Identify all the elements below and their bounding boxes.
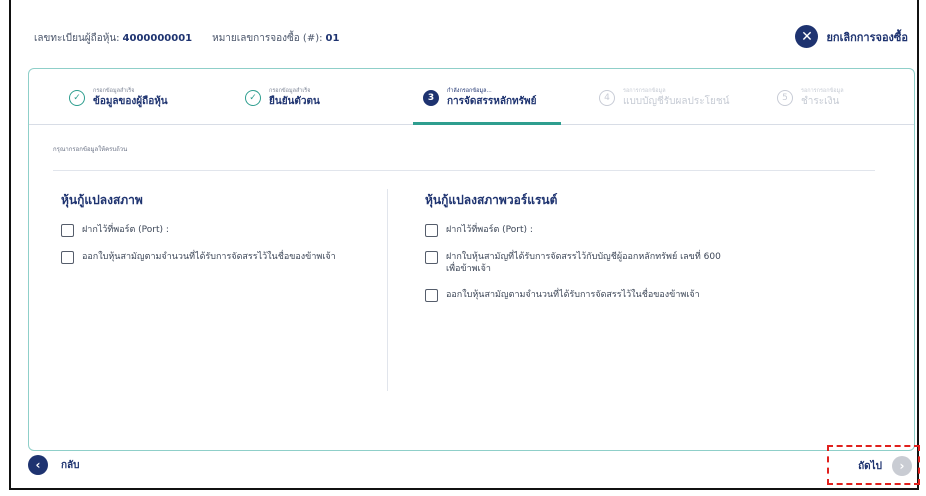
form-hint: กรุณากรอกข้อมูลให้ครบถ้วน xyxy=(53,146,128,153)
cancel-booking-label: ยกเลิกการจองซื้อ xyxy=(826,30,908,44)
option-row[interactable]: ฝากไว้ที่พอร์ต (Port) : xyxy=(425,224,728,237)
chevron-left-icon: ‹ xyxy=(28,455,48,475)
checkbox[interactable] xyxy=(61,251,74,264)
checkbox[interactable] xyxy=(425,251,438,264)
option-row[interactable]: ฝากใบหุ้นสามัญที่ได้รับการจัดสรรไว้กับบั… xyxy=(425,251,728,275)
step-number-icon: 5 xyxy=(777,90,793,106)
step-2[interactable]: ✓ กรอกข้อมูลสำเร็จ ยืนยันตัวตน xyxy=(245,87,320,108)
step-title: แบบบัญชีรับผลประโยชน์ xyxy=(623,96,730,107)
column-divider xyxy=(387,189,388,391)
step-number-icon: 4 xyxy=(599,90,615,106)
register-value: 4000000001 xyxy=(122,32,193,44)
step-title: ข้อมูลของผู้ถือหุ้น xyxy=(93,96,168,107)
step-status: กรอกข้อมูลสำเร็จ xyxy=(93,88,135,94)
option-label: ออกใบหุ้นสามัญตามจำนวนที่ได้รับการจัดสรร… xyxy=(82,252,336,262)
section-title: หุ้นกู้แปลงสภาพวอร์แรนต์ xyxy=(425,193,558,207)
section-title: หุ้นกู้แปลงสภาพ xyxy=(61,193,143,207)
step-title: ชำระเงิน xyxy=(801,96,840,107)
step-title: ยืนยันตัวตน xyxy=(269,96,320,107)
option-label: ฝากไว้ที่พอร์ต (Port) : xyxy=(446,225,533,235)
chevron-right-icon: › xyxy=(892,456,912,476)
check-circle-icon: ✓ xyxy=(245,90,261,106)
option-label: ฝากไว้ที่พอร์ต (Port) : xyxy=(82,225,169,235)
stepper: ✓ กรอกข้อมูลสำเร็จ ข้อมูลของผู้ถือหุ้น ✓… xyxy=(29,69,914,125)
step-number-icon: 3 xyxy=(423,90,439,106)
option-row[interactable]: ออกใบหุ้นสามัญตามจำนวนที่ได้รับการจัดสรร… xyxy=(61,251,336,264)
form-card: ✓ กรอกข้อมูลสำเร็จ ข้อมูลของผู้ถือหุ้น ✓… xyxy=(28,68,915,451)
checkbox[interactable] xyxy=(425,224,438,237)
step-3[interactable]: 3 กำลังกรอกข้อมูล... การจัดสรรหลักทรัพย์ xyxy=(423,87,536,108)
header-bar: เลขทะเบียนผู้ถือหุ้น: 4000000001 หมายเลข… xyxy=(34,25,916,48)
option-label: ออกใบหุ้นสามัญตามจำนวนที่ได้รับการจัดสรร… xyxy=(446,290,700,300)
option-row[interactable]: ออกใบหุ้นสามัญตามจำนวนที่ได้รับการจัดสรร… xyxy=(425,289,728,302)
convertible-warrant-section: หุ้นกู้แปลงสภาพวอร์แรนต์ ฝากไว้ที่พอร์ต … xyxy=(425,191,728,316)
active-step-indicator xyxy=(413,122,561,125)
next-label: ถัดไป xyxy=(858,460,882,472)
option-row[interactable]: ฝากไว้ที่พอร์ต (Port) : xyxy=(61,224,336,237)
booking-label: หมายเลขการจองซื้อ (#): xyxy=(212,32,323,44)
option-label: ฝากใบหุ้นสามัญที่ได้รับการจัดสรรไว้กับบั… xyxy=(446,252,721,274)
cancel-booking-button[interactable]: ✕ ยกเลิกการจองซื้อ xyxy=(795,25,908,48)
step-status: กำลังกรอกข้อมูล... xyxy=(447,88,492,94)
booking-value: 01 xyxy=(325,32,340,44)
step-5: 5 รอการกรอกข้อมูล ชำระเงิน xyxy=(777,87,844,108)
close-icon: ✕ xyxy=(795,25,819,48)
register-label: เลขทะเบียนผู้ถือหุ้น: xyxy=(34,32,120,44)
next-highlight: ถัดไป › xyxy=(827,445,920,485)
step-4: 4 รอการกรอกข้อมูล แบบบัญชีรับผลประโยชน์ xyxy=(599,87,729,108)
step-1[interactable]: ✓ กรอกข้อมูลสำเร็จ ข้อมูลของผู้ถือหุ้น xyxy=(69,87,168,108)
step-status: รอการกรอกข้อมูล xyxy=(801,88,844,94)
next-button[interactable]: ถัดไป › xyxy=(858,456,912,476)
back-label: กลับ xyxy=(61,459,80,471)
check-circle-icon: ✓ xyxy=(69,90,85,106)
checkbox[interactable] xyxy=(61,224,74,237)
back-button[interactable]: ‹ กลับ xyxy=(28,455,80,475)
checkbox[interactable] xyxy=(425,289,438,302)
hint-divider xyxy=(53,170,875,171)
step-status: กรอกข้อมูลสำเร็จ xyxy=(269,88,311,94)
convertible-bond-section: หุ้นกู้แปลงสภาพ ฝากไว้ที่พอร์ต (Port) : … xyxy=(61,191,336,278)
step-title: การจัดสรรหลักทรัพย์ xyxy=(447,96,537,107)
step-status: รอการกรอกข้อมูล xyxy=(623,88,666,94)
